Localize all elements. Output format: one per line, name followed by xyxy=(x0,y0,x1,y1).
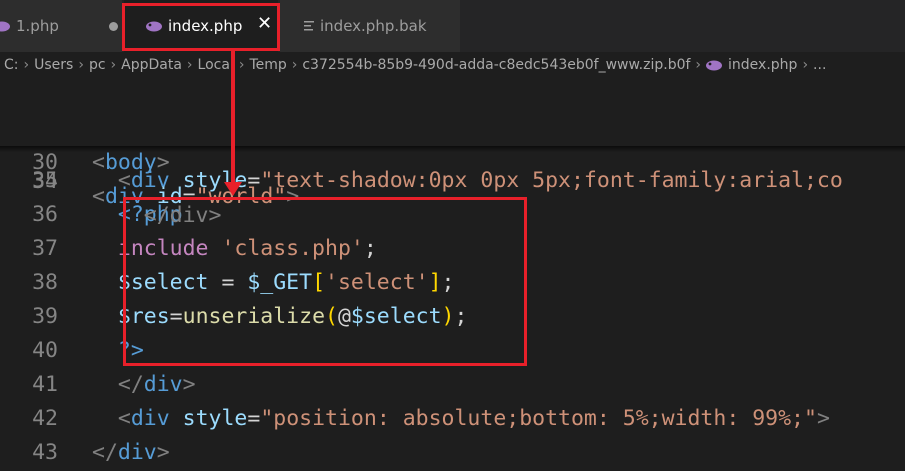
code-token: div xyxy=(130,406,170,431)
code-token: div xyxy=(143,372,183,397)
line-number: 39 xyxy=(32,304,58,329)
chevron-right-icon: › xyxy=(291,57,298,73)
text-file-icon xyxy=(304,21,314,31)
code-token: "position: absolute;bottom: 5%;width: 99… xyxy=(260,406,817,431)
code-token: > xyxy=(816,406,830,431)
code-token: div xyxy=(117,440,157,465)
tab-index-php-bak[interactable]: index.php.bak xyxy=(280,0,460,52)
code-token: > xyxy=(182,372,196,397)
php-file-icon xyxy=(706,60,723,70)
code-token: </ xyxy=(117,372,144,397)
code-line[interactable]: 41 </div> xyxy=(0,368,905,402)
sticky-scroll-shadow xyxy=(0,146,905,152)
line-number: 40 xyxy=(32,338,58,363)
breadcrumb-item[interactable]: c372554b-85b9-490d-adda-c8edc543eb0f_www… xyxy=(302,57,690,73)
sticky-line[interactable]: 22 <body> xyxy=(0,78,905,175)
chevron-right-icon: › xyxy=(186,57,193,73)
tab-label: index.php.bak xyxy=(320,17,427,35)
tab-1-php[interactable]: 1.php xyxy=(0,0,122,52)
code-highlight-box xyxy=(123,197,527,366)
annotation-arrow xyxy=(231,51,235,186)
modified-dot-icon[interactable] xyxy=(109,22,118,31)
code-token: < xyxy=(92,150,105,175)
chevron-right-icon: › xyxy=(110,57,117,73)
code-token: </ xyxy=(92,440,118,465)
code-token: < xyxy=(92,184,105,209)
code-text: </div> xyxy=(92,368,196,402)
code-line[interactable]: 43 </div> xyxy=(0,436,905,470)
code-text: <div style="position: absolute;bottom: 5… xyxy=(92,402,830,436)
chevron-right-icon: › xyxy=(238,57,245,73)
sticky-line[interactable]: 30 <div id="world"> xyxy=(0,112,905,209)
chevron-right-icon: › xyxy=(78,57,84,73)
breadcrumb-item[interactable]: Temp xyxy=(249,57,286,73)
line-number: 41 xyxy=(32,372,58,397)
code-token: < xyxy=(117,406,131,431)
breadcrumb-item[interactable]: Local xyxy=(198,57,234,73)
code-token: style xyxy=(182,406,248,431)
line-number: 42 xyxy=(32,406,58,431)
code-token: body xyxy=(104,150,157,175)
breadcrumb-item[interactable]: index.php xyxy=(728,57,797,73)
code-token: > xyxy=(156,440,170,465)
line-number: 43 xyxy=(32,440,58,465)
php-file-icon xyxy=(0,21,10,31)
line-number: 38 xyxy=(32,270,58,295)
code-text: </div> xyxy=(92,436,170,470)
breadcrumb-item[interactable]: AppData xyxy=(121,57,182,73)
chevron-right-icon: › xyxy=(23,57,30,73)
chevron-right-icon: › xyxy=(802,57,809,73)
tab-label: 1.php xyxy=(16,17,59,35)
code-token: > xyxy=(156,150,170,175)
breadcrumb-item[interactable]: pc xyxy=(89,57,106,73)
chevron-right-icon: › xyxy=(695,57,702,73)
breadcrumb: C: › Users › pc › AppData › Local › Temp › c372554b-… xyxy=(0,52,905,78)
code-token: = xyxy=(247,406,261,431)
breadcrumb-item[interactable]: Users xyxy=(34,57,73,73)
arrow-down-icon xyxy=(224,182,242,196)
breadcrumb-item[interactable]: C: xyxy=(4,57,19,73)
breadcrumb-item[interactable]: ... xyxy=(813,57,826,73)
code-line[interactable]: 42 <div style="position: absolute;bottom… xyxy=(0,402,905,436)
tab-highlight-box xyxy=(122,3,280,51)
code-token: "text-shadow:0px 0px 5px;font-family:ari… xyxy=(260,168,843,193)
